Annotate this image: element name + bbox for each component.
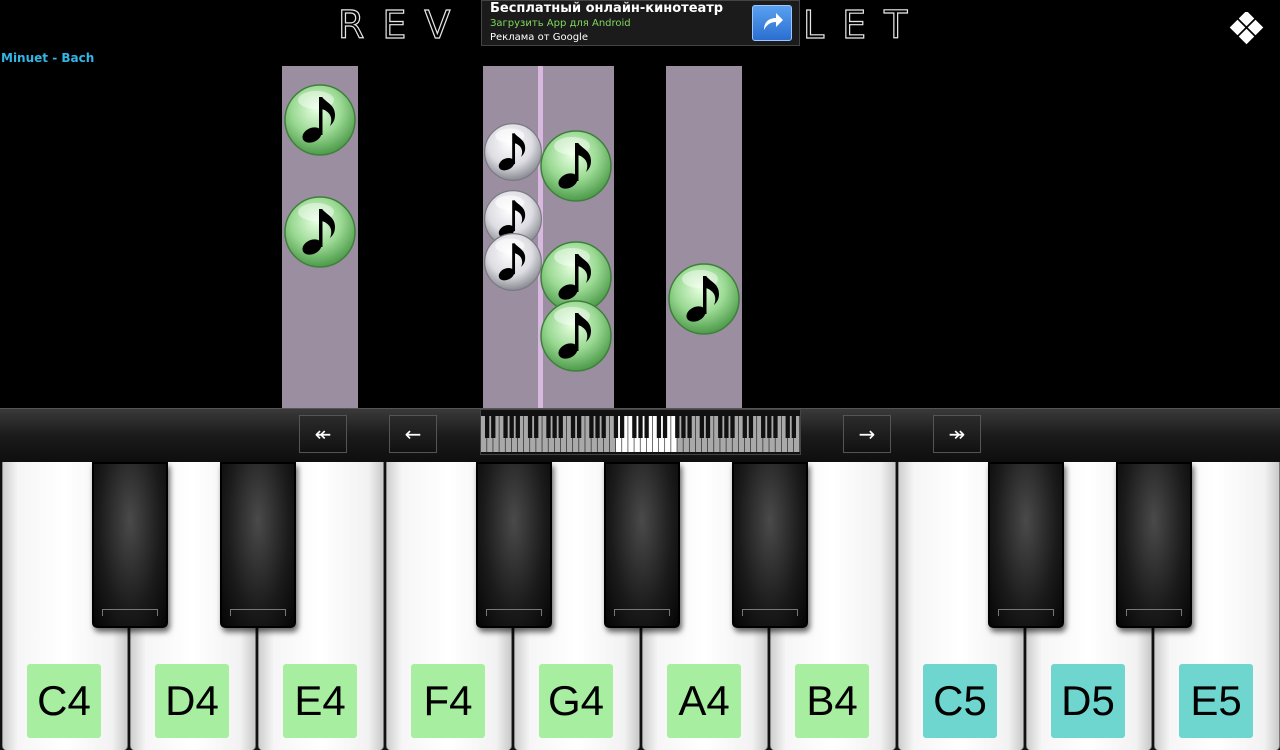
- key-label: C4: [27, 664, 101, 738]
- forward-button[interactable]: →: [843, 415, 891, 453]
- black-key-csharp5[interactable]: [988, 462, 1064, 628]
- mini-keyboard-icon: [481, 416, 800, 452]
- note-bubble-white[interactable]: [483, 232, 543, 292]
- piano-keyboard: C4 D4 E4 F4 G4 A4 B4 C5 D5 E5: [0, 462, 1280, 750]
- key-label: D5: [1051, 664, 1125, 738]
- note-bubble-white[interactable]: [483, 122, 543, 182]
- black-key-asharp4[interactable]: [732, 462, 808, 628]
- key-label: C5: [923, 664, 997, 738]
- black-key-dsharp5[interactable]: [1116, 462, 1192, 628]
- keyboard-range-selector[interactable]: [480, 409, 801, 455]
- lane-b4: [666, 66, 742, 408]
- black-key-dsharp4[interactable]: [220, 462, 296, 628]
- app-logo-left: REV: [337, 3, 469, 47]
- song-title: Minuet - Bach: [1, 51, 95, 65]
- note-bubble-green[interactable]: [283, 195, 357, 269]
- app-logo-right: LET: [802, 3, 926, 47]
- ad-title[interactable]: Бесплатный онлайн-кинотеатр: [490, 1, 723, 16]
- fast-forward-button[interactable]: ↠: [933, 415, 981, 453]
- rewind-button[interactable]: ←: [389, 415, 437, 453]
- ad-share-button[interactable]: [752, 5, 792, 41]
- note-bubble-green[interactable]: [283, 83, 357, 157]
- share-arrow-icon: [764, 13, 783, 30]
- key-label: F4: [411, 664, 485, 738]
- note-stage: [0, 66, 1280, 408]
- note-bubble-green[interactable]: [667, 262, 741, 336]
- black-key-csharp4[interactable]: [92, 462, 168, 628]
- note-bubble-green[interactable]: [539, 129, 613, 203]
- black-key-gsharp4[interactable]: [604, 462, 680, 628]
- key-label: B4: [795, 664, 869, 738]
- key-label: E4: [283, 664, 357, 738]
- key-label: G4: [539, 664, 613, 738]
- diamond-menu-icon[interactable]: [1228, 10, 1268, 52]
- key-label: D4: [155, 664, 229, 738]
- ad-banner[interactable]: Бесплатный онлайн-кинотеатр Загрузить Ap…: [481, 0, 800, 46]
- note-bubble-green[interactable]: [539, 299, 613, 373]
- fast-rewind-button[interactable]: ↞: [299, 415, 347, 453]
- key-label: E5: [1179, 664, 1253, 738]
- black-key-fsharp4[interactable]: [476, 462, 552, 628]
- key-label: A4: [667, 664, 741, 738]
- control-bar: ↞ ← → ↠: [0, 408, 1280, 463]
- ad-subtitle[interactable]: Загрузить App для Android: [490, 18, 631, 29]
- ad-source: Реклама от Google: [490, 32, 588, 43]
